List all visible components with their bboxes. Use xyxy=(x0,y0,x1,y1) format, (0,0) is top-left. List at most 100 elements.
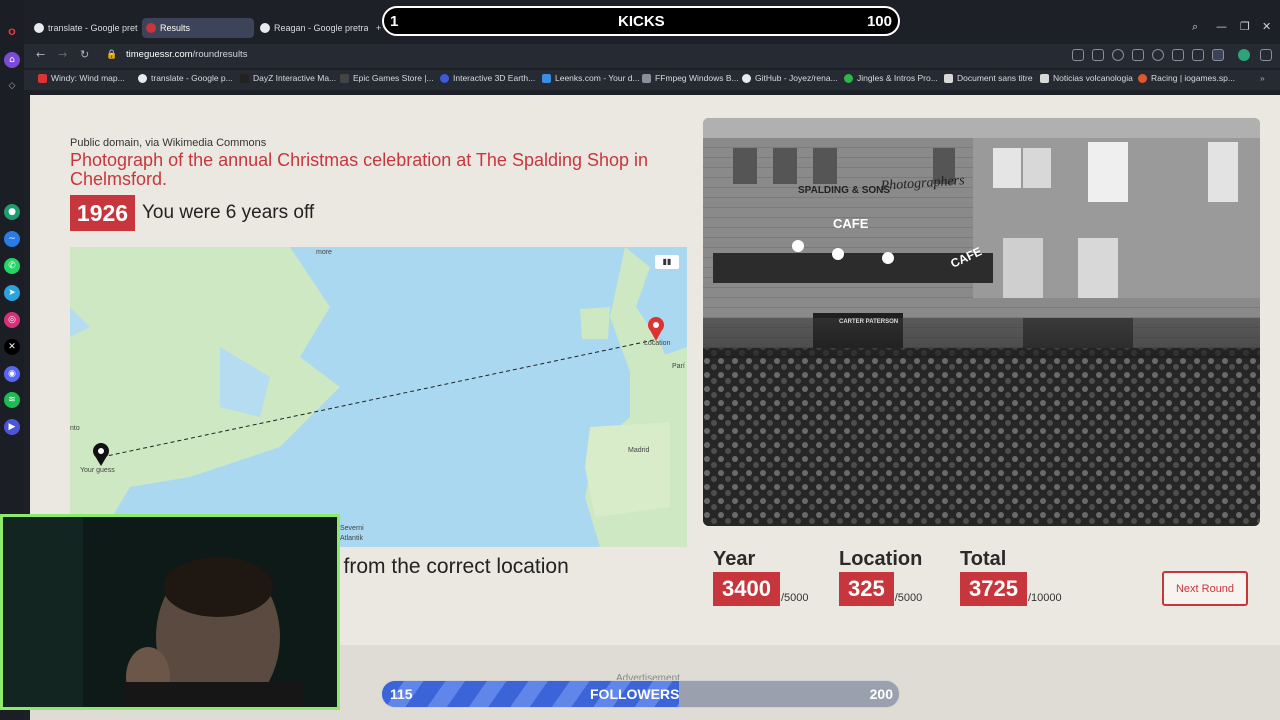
minimize-icon[interactable]: — xyxy=(1216,20,1227,33)
home-icon[interactable]: ⌂ xyxy=(4,52,20,68)
back-icon[interactable]: ← xyxy=(36,48,45,61)
heart-icon[interactable] xyxy=(1152,49,1164,61)
total-score: Total 3725 /10000 xyxy=(960,548,1062,606)
maximize-icon[interactable]: ❐ xyxy=(1240,20,1250,33)
messenger-icon[interactable]: ~ xyxy=(4,231,20,247)
year-score-label: Year xyxy=(713,548,756,570)
extensions-icon[interactable] xyxy=(1260,49,1272,61)
correct-year-badge: 1926 xyxy=(70,195,135,231)
google-icon xyxy=(34,23,44,33)
total-score-value: 3725 xyxy=(960,572,1027,606)
iogames-icon xyxy=(1138,73,1147,83)
kicks-label: KICKS xyxy=(618,13,665,30)
google-icon xyxy=(260,23,270,33)
webcam-feed xyxy=(3,517,337,707)
sea-label: more xyxy=(316,249,332,256)
window xyxy=(993,148,1021,188)
opera-logo-icon[interactable]: O xyxy=(4,25,20,41)
result-map[interactable]: Location Your guess Parí Madrid Severni … xyxy=(70,247,687,547)
tab-results[interactable]: Results xyxy=(142,18,254,38)
bookmark-item[interactable]: GitHub - Joyez/rena... xyxy=(742,73,838,83)
address-bar-row: ← → ↻ 🔒 timeguessr.com/roundresults xyxy=(24,44,1280,68)
location-score: Location 325 /5000 xyxy=(839,548,922,606)
telegram-icon[interactable]: ➤ xyxy=(4,285,20,301)
leenks-icon xyxy=(542,73,551,83)
historical-photo: CAFE CAFE SPALDING & SONS Photographers … xyxy=(703,118,1260,526)
bookmark-item[interactable]: Windy: Wind map... xyxy=(38,73,125,83)
chatgpt-icon[interactable]: ● xyxy=(4,204,20,220)
bookmark-item[interactable]: Racing | iogames.sp... xyxy=(1138,73,1235,83)
lamp xyxy=(832,248,844,260)
ocean-label: Severni xyxy=(340,525,364,532)
pin-icon[interactable]: ◇ xyxy=(4,78,20,94)
screenshot-icon[interactable] xyxy=(1072,49,1084,61)
van-sign: CARTER PATERSON xyxy=(839,319,898,325)
location-score-value: 325 xyxy=(839,572,894,606)
window xyxy=(813,148,837,184)
timeguessr-icon xyxy=(146,23,156,33)
play-icon[interactable] xyxy=(1132,49,1144,61)
bookmark-item[interactable]: FFmpeg Windows B... xyxy=(642,73,739,83)
window xyxy=(1078,238,1118,298)
year-score-max: /5000 xyxy=(780,592,809,604)
forward-icon[interactable]: → xyxy=(58,48,67,61)
spotify-icon[interactable]: ≋ xyxy=(4,392,20,408)
whatsapp-icon[interactable]: ✆ xyxy=(4,258,20,274)
google-icon xyxy=(138,73,147,83)
window xyxy=(1208,142,1238,202)
player-icon[interactable]: ▶ xyxy=(4,419,20,435)
windy-icon xyxy=(38,73,47,83)
reload-icon[interactable]: ↻ xyxy=(80,48,89,61)
lock-icon: 🔒 xyxy=(106,50,118,60)
spalding-sign: SPALDING & SONS xyxy=(798,185,890,196)
next-round-button[interactable]: Next Round xyxy=(1162,571,1248,606)
your-guess-label: Your guess xyxy=(80,467,115,474)
discord-icon[interactable]: ◉ xyxy=(4,366,20,382)
lamp xyxy=(792,240,804,252)
shield-icon[interactable] xyxy=(1112,49,1124,61)
map-graphic xyxy=(70,247,687,547)
url-field[interactable]: timeguessr.com/roundresults xyxy=(126,49,247,60)
download-icon[interactable] xyxy=(1172,49,1184,61)
webcam-overlay xyxy=(0,514,340,710)
lamp xyxy=(882,252,894,264)
vpn-icon[interactable] xyxy=(1238,49,1250,61)
location-score-label: Location xyxy=(839,548,923,570)
crowd-shadow xyxy=(703,318,1260,358)
bookmark-item[interactable]: DayZ Interactive Ma... xyxy=(240,73,336,83)
total-score-max: /10000 xyxy=(1027,592,1062,604)
ffmpeg-icon xyxy=(642,73,651,83)
bookmark-item[interactable]: Interactive 3D Earth... xyxy=(440,73,535,83)
bookmarks-bar: Windy: Wind map... translate - Google p.… xyxy=(24,70,1280,90)
bookmark-item[interactable]: translate - Google p... xyxy=(138,73,233,83)
tab-reagan[interactable]: Reagan - Google pretraživ xyxy=(256,18,368,38)
bookmark-item[interactable]: Jingles & Intros Pro... xyxy=(844,73,938,83)
followers-goal-bar: 115 FOLLOWERS 200 xyxy=(381,680,900,708)
github-icon xyxy=(742,73,751,83)
ireland xyxy=(580,307,610,339)
map-type-button[interactable]: ▮▮ xyxy=(655,255,679,269)
profile-icon[interactable] xyxy=(1212,49,1224,61)
iberia xyxy=(585,422,670,517)
jingles-icon xyxy=(844,73,853,83)
north-america-landmass xyxy=(70,247,340,547)
search-tabs-icon[interactable]: ⌕ xyxy=(1192,20,1198,34)
document-icon xyxy=(944,73,953,83)
window xyxy=(1023,148,1051,188)
followers-label: FOLLOWERS xyxy=(590,686,680,702)
menu-icon[interactable] xyxy=(1192,49,1204,61)
x-icon[interactable]: ✕ xyxy=(4,339,20,355)
document-icon xyxy=(1040,73,1049,83)
epic-games-icon xyxy=(340,73,349,83)
tab-translate[interactable]: translate - Google pretraž xyxy=(30,18,138,38)
bookmark-item[interactable]: Epic Games Store |... xyxy=(340,73,434,83)
dayz-icon xyxy=(240,73,249,83)
instagram-icon[interactable]: ◎ xyxy=(4,312,20,328)
camera-icon[interactable] xyxy=(1092,49,1104,61)
bookmark-item[interactable]: Document sans titre xyxy=(944,73,1033,83)
distance-text: n from the correct location xyxy=(326,555,569,578)
bookmark-item[interactable]: Noticias volcanologia xyxy=(1040,73,1133,83)
bookmarks-overflow-icon[interactable]: » xyxy=(1260,73,1265,83)
close-icon[interactable]: ✕ xyxy=(1262,20,1271,33)
bookmark-item[interactable]: Leenks.com - Your d... xyxy=(542,73,640,83)
